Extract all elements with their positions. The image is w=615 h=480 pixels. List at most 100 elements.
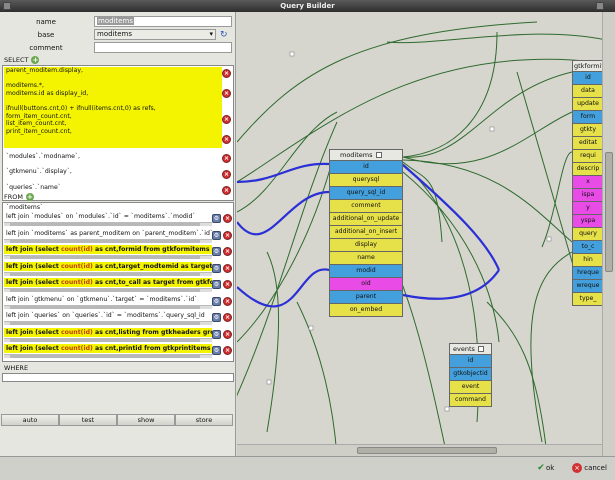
- join-item[interactable]: left join (select count(id) as cnt,to_ca…: [4, 278, 212, 287]
- edit-join-icon[interactable]: ⚙: [212, 247, 221, 256]
- delete-join-icon[interactable]: ×: [223, 230, 232, 240]
- vertical-scrollbar-thumb[interactable]: [605, 152, 613, 272]
- table-field[interactable]: requi: [573, 149, 603, 162]
- delete-select-icon[interactable]: ×: [222, 154, 231, 163]
- join-item-scrollbar[interactable]: [4, 255, 212, 259]
- table-field[interactable]: display: [330, 238, 402, 251]
- delete-select-icon[interactable]: ×: [222, 170, 231, 179]
- delete-select-icon[interactable]: ×: [222, 135, 231, 144]
- join-item-scrollbar[interactable]: [4, 337, 212, 342]
- table-events[interactable]: events id gtkobjectid event command: [449, 343, 492, 407]
- table-field[interactable]: y: [573, 201, 603, 214]
- horizontal-scrollbar[interactable]: [237, 444, 602, 456]
- join-item-scrollbar[interactable]: [4, 238, 212, 243]
- select-item[interactable]: parent_moditem.display, moditems.*, modi…: [4, 67, 222, 148]
- delete-join-icon[interactable]: ×: [223, 296, 232, 306]
- table-field[interactable]: wreque: [573, 279, 603, 292]
- window-menu-icon[interactable]: [3, 2, 11, 10]
- delete-select-icon[interactable]: ×: [222, 115, 231, 124]
- join-item-scrollbar[interactable]: [4, 321, 212, 325]
- table-field[interactable]: gtkobjectid: [450, 367, 491, 380]
- join-item[interactable]: left join (select count(id) as cnt,listi…: [4, 327, 212, 337]
- table-gtkformitems[interactable]: gtkformite iddataupdateformgtktyeditatre…: [572, 60, 604, 306]
- join-item-scrollbar[interactable]: [4, 304, 212, 309]
- table-moditems[interactable]: moditems id querysql query_sql_id comment ad…: [329, 149, 403, 317]
- join-item[interactable]: left join (select count(id) as cnt,targe…: [4, 261, 212, 271]
- table-field[interactable]: event: [450, 380, 491, 393]
- join-item[interactable]: left join `modules` on `modules`.`id` = …: [4, 212, 212, 221]
- base-select[interactable]: moditems ▾: [94, 29, 216, 40]
- delete-join-icon[interactable]: ×: [223, 263, 232, 273]
- delete-select-icon[interactable]: ×: [222, 186, 231, 195]
- join-item-scrollbar[interactable]: [4, 288, 212, 292]
- show-button[interactable]: show: [117, 414, 175, 426]
- table-field[interactable]: descrip: [573, 162, 603, 175]
- refresh-icon[interactable]: ↻: [220, 30, 231, 40]
- select-item[interactable]: `modules`.`modname`,: [4, 153, 222, 161]
- table-field[interactable]: name: [330, 251, 402, 264]
- select-item[interactable]: `gtkmenu`.`display`,: [4, 168, 222, 176]
- table-field[interactable]: data: [573, 84, 603, 97]
- horizontal-scrollbar-thumb[interactable]: [357, 447, 497, 454]
- table-menu-icon[interactable]: [375, 152, 382, 158]
- delete-join-icon[interactable]: ×: [223, 313, 232, 322]
- edit-join-icon[interactable]: ⚙: [212, 329, 221, 339]
- table-field[interactable]: modid: [330, 264, 402, 277]
- table-field[interactable]: id: [450, 354, 491, 367]
- ok-button[interactable]: ✔ok: [536, 463, 554, 473]
- edit-join-icon[interactable]: ⚙: [212, 230, 221, 240]
- table-field[interactable]: query: [573, 227, 603, 240]
- table-field[interactable]: type_: [573, 292, 603, 305]
- table-field[interactable]: command: [450, 393, 491, 406]
- cancel-button[interactable]: × cancel: [572, 463, 607, 473]
- edit-join-icon[interactable]: ⚙: [212, 346, 221, 355]
- delete-join-icon[interactable]: ×: [223, 214, 232, 223]
- table-field[interactable]: additional_on_update: [330, 212, 402, 225]
- join-item[interactable]: left join (select count(id) as cnt,formi…: [4, 245, 212, 254]
- test-button[interactable]: test: [59, 414, 117, 426]
- edit-join-icon[interactable]: ⚙: [212, 296, 221, 306]
- table-field[interactable]: on_embed: [330, 303, 402, 316]
- edit-join-icon[interactable]: ⚙: [212, 313, 221, 322]
- table-field[interactable]: additional_on_insert: [330, 225, 402, 238]
- table-field[interactable]: gtkty: [573, 123, 603, 136]
- table-field[interactable]: hin: [573, 253, 603, 266]
- join-item-scrollbar[interactable]: [4, 271, 212, 276]
- join-item[interactable]: left join `queries` on `queries`.`id` = …: [4, 311, 212, 320]
- table-field[interactable]: id: [330, 160, 402, 173]
- table-field[interactable]: parent: [330, 290, 402, 303]
- join-item[interactable]: left join `gtkmenu` on `gtkmenu`.`target…: [4, 295, 212, 304]
- from-base-table[interactable]: `moditems`: [4, 203, 212, 212]
- delete-join-icon[interactable]: ×: [223, 247, 232, 256]
- table-field[interactable]: query_sql_id: [330, 186, 402, 199]
- table-field[interactable]: x: [573, 175, 603, 188]
- table-field[interactable]: ispa: [573, 188, 603, 201]
- table-field[interactable]: comment: [330, 199, 402, 212]
- select-item[interactable]: `queries`.`name`: [4, 184, 222, 192]
- diagram-canvas[interactable]: moditems id querysql query_sql_id comment ad…: [237, 12, 615, 456]
- table-field[interactable]: hreque: [573, 266, 603, 279]
- join-item[interactable]: left join (select count(id) as cnt,print…: [4, 344, 212, 353]
- delete-select-icon[interactable]: ×: [222, 69, 231, 78]
- join-item[interactable]: left join `moditems` as parent_moditem o…: [4, 229, 212, 238]
- add-join-icon[interactable]: +: [25, 193, 34, 201]
- table-field[interactable]: oid: [330, 277, 402, 290]
- edit-join-icon[interactable]: ⚙: [212, 263, 221, 273]
- vertical-scrollbar[interactable]: [602, 12, 615, 456]
- where-input[interactable]: [2, 373, 234, 382]
- name-input[interactable]: moditems: [94, 16, 232, 27]
- add-select-icon[interactable]: +: [31, 56, 40, 64]
- join-item-scrollbar[interactable]: [4, 222, 212, 226]
- comment-input[interactable]: [94, 42, 232, 53]
- table-field[interactable]: id: [573, 71, 603, 84]
- delete-join-icon[interactable]: ×: [223, 280, 232, 289]
- join-item-scrollbar[interactable]: [4, 354, 212, 358]
- delete-join-icon[interactable]: ×: [223, 346, 232, 355]
- edit-join-icon[interactable]: ⚙: [212, 214, 221, 223]
- window-close-icon[interactable]: [596, 2, 604, 10]
- delete-join-icon[interactable]: ×: [223, 329, 232, 339]
- table-field[interactable]: yspa: [573, 214, 603, 227]
- table-field[interactable]: form: [573, 110, 603, 123]
- auto-button[interactable]: auto: [1, 414, 59, 426]
- edit-join-icon[interactable]: ⚙: [212, 280, 221, 289]
